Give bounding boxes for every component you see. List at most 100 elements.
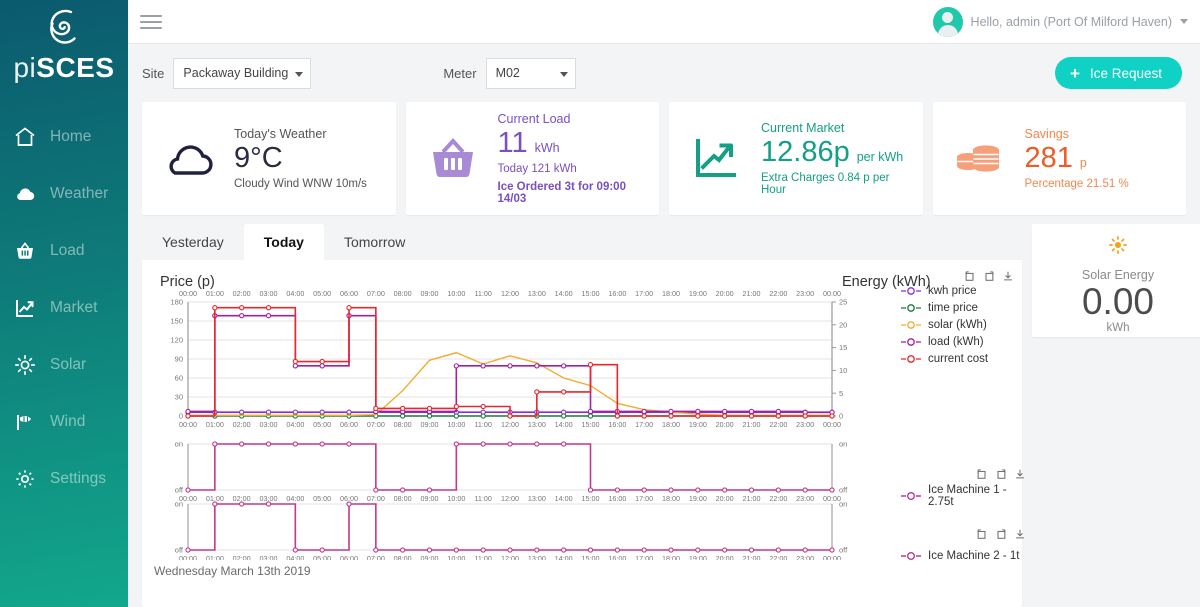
- rotate-left-icon[interactable]: [964, 270, 976, 282]
- legend-label: solar (kWh): [928, 318, 987, 331]
- svg-text:17:00: 17:00: [635, 554, 653, 560]
- main-chart-toolbar: [900, 270, 1014, 282]
- ice2-toolbar: [900, 528, 1026, 540]
- svg-text:20:00: 20:00: [716, 554, 734, 560]
- site-select[interactable]: Packaway Building: [173, 57, 312, 89]
- tab-tomorrow[interactable]: Tomorrow: [324, 224, 425, 260]
- ice1-legend-row[interactable]: Ice Machine 1 - 2.75t: [900, 484, 1030, 508]
- ice1-legend: Ice Machine 1 - 2.75t: [900, 468, 1030, 508]
- svg-text:on: on: [839, 440, 847, 449]
- rotate-right-icon[interactable]: [995, 468, 1007, 480]
- sidebar-item-home[interactable]: Home: [0, 108, 128, 165]
- legend-item-current-cost[interactable]: current cost: [900, 350, 1020, 367]
- svg-text:05:00: 05:00: [313, 494, 331, 503]
- download-icon[interactable]: [1014, 468, 1026, 480]
- meter-select[interactable]: M02: [485, 57, 576, 89]
- svg-text:13:00: 13:00: [528, 420, 546, 429]
- ice-machine-2-chart: on onoff off 00:00 01:00 02:00 03:00 04:00 05:0…: [175, 500, 848, 560]
- svg-text:06:00: 06:00: [340, 420, 358, 429]
- hamburger-icon[interactable]: [140, 11, 162, 33]
- tab-today[interactable]: Today: [243, 224, 324, 261]
- user-menu[interactable]: Hello, admin (Port Of Milford Haven): [932, 6, 1192, 37]
- svg-text:19:00: 19:00: [689, 420, 707, 429]
- main-legend-rows: kwh price time price solar (kWh) load (k…: [900, 282, 1020, 367]
- legend-symbol: [900, 286, 922, 296]
- ice2-grid: [188, 503, 832, 551]
- svg-text:07:00: 07:00: [367, 289, 385, 298]
- meter-select-value: M02: [495, 66, 520, 80]
- legend-symbol: [900, 303, 922, 313]
- sidebar-item-market[interactable]: Market: [0, 279, 128, 336]
- solar-title: Solar Energy: [1081, 268, 1155, 283]
- rotate-left-icon[interactable]: [976, 468, 988, 480]
- svg-text:21:00: 21:00: [743, 494, 761, 503]
- download-icon[interactable]: [1014, 528, 1026, 540]
- main-chart-legend: kwh price time price solar (kWh) load (k…: [900, 270, 1020, 367]
- legend-item-kwh-price[interactable]: kwh price: [900, 282, 1020, 299]
- legend-label: load (kWh): [928, 335, 984, 348]
- main-chart-series: [185, 305, 835, 420]
- svg-text:on: on: [839, 500, 847, 509]
- sidebar-item-weather[interactable]: Weather: [0, 165, 128, 222]
- ice2-legend-row[interactable]: Ice Machine 2 - 1t: [900, 547, 1030, 564]
- svg-text:20:00: 20:00: [716, 420, 734, 429]
- svg-text:17:00: 17:00: [635, 289, 653, 298]
- ice-request-button[interactable]: + Ice Request: [1055, 57, 1182, 89]
- sidebar-item-solar[interactable]: Solar: [0, 336, 128, 393]
- svg-text:10:00: 10:00: [447, 494, 465, 503]
- solar-value: 0.00: [1081, 281, 1154, 323]
- ice1-yticks: on onoff off: [175, 440, 848, 495]
- charts-svg: Price (p) Energy (kWh) 00:00 01:00 02:00 03…: [160, 274, 931, 560]
- legend-item-load-kwh-[interactable]: load (kWh): [900, 333, 1020, 350]
- sidebar-item-wind[interactable]: Wind: [0, 393, 128, 450]
- sidebar-item-settings[interactable]: Settings: [0, 450, 128, 507]
- sidebar: piSCES Home Weather Load Market Solar Wi…: [0, 0, 128, 607]
- chevron-down-icon[interactable]: [1180, 19, 1188, 24]
- svg-text:10: 10: [839, 366, 847, 375]
- svg-text:13:00: 13:00: [528, 289, 546, 298]
- svg-text:18:00: 18:00: [662, 420, 680, 429]
- rotate-right-icon[interactable]: [983, 270, 995, 282]
- ice2-xticks: 00:00 01:00 02:00 03:00 04:00 05:00 06:00 07:00…: [179, 554, 841, 560]
- legend-label: kwh price: [928, 284, 977, 297]
- brand[interactable]: piSCES: [0, 0, 128, 86]
- chart-date-label: Wednesday March 13th 2019: [154, 564, 311, 579]
- svg-text:06:00: 06:00: [340, 289, 358, 298]
- svg-text:16:00: 16:00: [608, 420, 626, 429]
- ice2-legend-label: Ice Machine 2 - 1t: [928, 549, 1020, 562]
- solar-energy-card: Solar Energy 0.00 kWh: [1032, 224, 1200, 338]
- svg-text:07:00: 07:00: [367, 554, 385, 560]
- cloud-icon: [12, 181, 38, 207]
- svg-text:02:00: 02:00: [233, 420, 251, 429]
- kpi-card-current-load: Current Load 11 kWh Today 121 kWh Ice Or…: [405, 102, 659, 216]
- svg-text:09:00: 09:00: [421, 420, 439, 429]
- ice1-grid: [188, 443, 832, 491]
- download-icon[interactable]: [1002, 270, 1014, 282]
- svg-text:22:00: 22:00: [769, 554, 787, 560]
- sidebar-item-label: Solar: [50, 355, 87, 373]
- brand-name: piSCES: [0, 54, 128, 82]
- home-icon: [12, 124, 38, 150]
- legend-symbol: [900, 337, 922, 347]
- svg-text:00:00: 00:00: [179, 554, 197, 560]
- svg-text:20: 20: [839, 321, 847, 330]
- svg-text:09:00: 09:00: [421, 289, 439, 298]
- legend-item-time-price[interactable]: time price: [900, 299, 1020, 316]
- legend-item-solar-kwh-[interactable]: solar (kWh): [900, 316, 1020, 333]
- ice1-xticks: 00:00 01:00 02:00 03:00 04:00 05:00 06:00 07:00…: [179, 494, 841, 503]
- svg-text:25: 25: [839, 298, 847, 307]
- ice2-yticks: on onoff off: [175, 500, 848, 555]
- sidebar-item-load[interactable]: Load: [0, 222, 128, 279]
- ice2-series: [185, 501, 835, 554]
- rotate-left-icon[interactable]: [976, 528, 988, 540]
- rotate-right-icon[interactable]: [995, 528, 1007, 540]
- svg-text:21:00: 21:00: [743, 420, 761, 429]
- tab-label: Yesterday: [162, 234, 224, 251]
- kpi-sub: Extra Charges 0.84 p per Hour: [761, 172, 890, 197]
- chevron-down-icon: [559, 71, 568, 77]
- tab-yesterday[interactable]: Yesterday: [142, 224, 244, 260]
- charts-card: Price (p) Energy (kWh) 00:00 01:00 02:00 03…: [142, 260, 1024, 607]
- sidebar-item-label: Home: [50, 127, 92, 145]
- ice2-legend: Ice Machine 2 - 1t: [900, 528, 1030, 564]
- svg-text:08:00: 08:00: [394, 289, 412, 298]
